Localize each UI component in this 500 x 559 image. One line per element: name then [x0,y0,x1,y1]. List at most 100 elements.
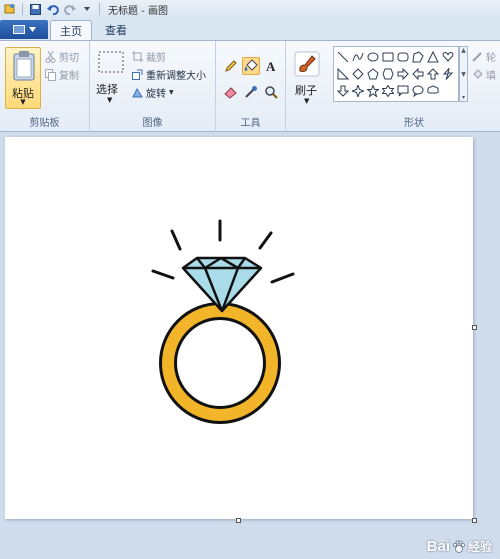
four-point-star-icon[interactable] [351,84,365,98]
customize-quick-access-icon[interactable] [80,3,93,16]
chevron-down-icon[interactable]: ▼ [461,71,466,78]
ribbon: 粘贴 ▼ 剪切 复制 剪贴板 选择 ▼ 裁剪 重新调整大小 旋转 ▼ 图像 A … [0,40,500,132]
fill-shape-label: 填 [486,71,496,82]
resize-handle-corner[interactable] [472,518,477,523]
chevron-down-icon [28,27,36,32]
triangle-shape-icon[interactable] [426,50,440,64]
more-shapes-icon[interactable]: ▾ [462,94,465,101]
text-icon[interactable]: A [262,57,280,75]
window-title: 无标题 - 画图 [108,5,168,17]
file-menu-button[interactable] [0,20,48,39]
diamond-shape-icon[interactable] [351,67,365,81]
clipboard-icon [13,51,35,81]
watermark-text: Bai [426,538,450,555]
chevron-down-icon: ▼ [169,89,174,96]
heart-shape-icon[interactable] [441,50,455,64]
title-bar: 无标题 - 画图 [0,0,500,18]
cut-button[interactable]: 剪切 [45,49,79,64]
shapes-scroll[interactable]: ▲ ▼ ▾ [459,46,468,102]
tab-view[interactable]: 查看 [96,20,136,40]
pentagon-shape-icon[interactable] [366,67,380,81]
left-arrow-shape-icon[interactable] [411,67,425,81]
outline-button[interactable]: 轮 [472,49,496,64]
polygon-shape-icon[interactable] [411,50,425,64]
chevron-up-icon[interactable]: ▲ [461,47,466,54]
workspace: Bai 经验 [0,132,500,559]
app-paint-icon[interactable] [3,3,16,16]
copy-button[interactable]: 复制 [45,67,79,82]
fill-icon[interactable] [242,57,260,75]
resize-handle-right[interactable] [472,325,477,330]
brushes-group: 刷子 ▼ [286,41,328,132]
fill-bucket-icon [473,69,483,79]
select-button[interactable]: 选择 ▼ [96,49,126,109]
rounded-rectangle-shape-icon[interactable] [396,50,410,64]
separator [22,3,23,15]
shapes-gallery [333,46,459,102]
oval-callout-shape-icon[interactable] [411,84,425,98]
drawing-canvas[interactable] [5,137,473,519]
group-label: 形状 [404,118,424,129]
line-shape-icon[interactable] [336,50,350,64]
crop-button[interactable]: 裁剪 [132,49,166,64]
cut-label: 剪切 [59,53,79,64]
crop-label: 裁剪 [146,53,166,64]
five-point-star-icon[interactable] [366,84,380,98]
clipboard-group: 粘贴 ▼ 剪切 复制 剪贴板 [0,41,90,132]
resize-handle-bottom[interactable] [236,518,241,523]
file-menu-icon [12,25,25,34]
rotate-button[interactable]: 旋转 ▼ [132,85,174,100]
tools-group: A 工具 [216,41,286,132]
outline-label: 轮 [486,53,496,64]
chevron-down-icon: ▼ [107,96,113,104]
baidu-watermark: Bai 经验 [427,538,492,555]
diamond [181,256,263,313]
up-arrow-shape-icon[interactable] [426,67,440,81]
select-rectangle-icon [98,51,124,73]
group-label: 工具 [240,118,261,129]
rectangle-shape-icon[interactable] [381,50,395,64]
tab-label: 主页 [60,24,82,38]
cloud-callout-shape-icon[interactable] [426,84,440,98]
rotate-icon [132,87,143,98]
eraser-icon[interactable] [222,83,240,101]
separator [99,3,100,15]
paste-button[interactable]: 粘贴 ▼ [5,47,41,109]
save-icon[interactable] [29,3,42,16]
right-arrow-shape-icon[interactable] [396,67,410,81]
ribbon-tab-row: 主页 查看 [0,18,500,40]
ring-drawing [151,219,295,424]
curve-shape-icon[interactable] [351,50,365,64]
brushes-label: 刷子 [295,84,317,97]
pencil-icon[interactable] [222,57,240,75]
hexagon-shape-icon[interactable] [381,67,395,81]
copy-icon [45,68,56,81]
svg-text:A: A [266,59,276,73]
rect-callout-shape-icon[interactable] [396,84,410,98]
redo-icon[interactable] [63,3,76,16]
magnifier-icon[interactable] [262,83,280,101]
copy-label: 复制 [59,71,79,82]
tab-label: 查看 [105,24,127,37]
image-group: 选择 ▼ 裁剪 重新调整大小 旋转 ▼ 图像 [90,41,216,132]
rotate-label: 旋转 [146,89,166,100]
right-triangle-shape-icon[interactable] [336,67,350,81]
undo-icon[interactable] [46,3,59,16]
scissors-icon [45,50,56,63]
chevron-down-icon: ▼ [304,97,310,105]
resize-button[interactable]: 重新调整大小 [132,67,206,82]
color-picker-icon[interactable] [242,83,260,101]
fill-shape-button[interactable]: 填 [472,67,496,82]
group-label: 图像 [142,118,163,129]
brushes-button[interactable]: 刷子 ▼ [290,49,324,109]
resize-icon [132,69,143,80]
watermark-suffix: 经验 [467,540,492,554]
oval-shape-icon[interactable] [366,50,380,64]
paw-icon [452,540,466,553]
chevron-down-icon: ▼ [20,98,26,106]
lightning-shape-icon[interactable] [441,67,455,81]
down-arrow-shape-icon[interactable] [336,84,350,98]
select-label: 选择 [96,83,118,96]
six-point-star-icon[interactable] [381,84,395,98]
tab-home[interactable]: 主页 [50,20,92,40]
